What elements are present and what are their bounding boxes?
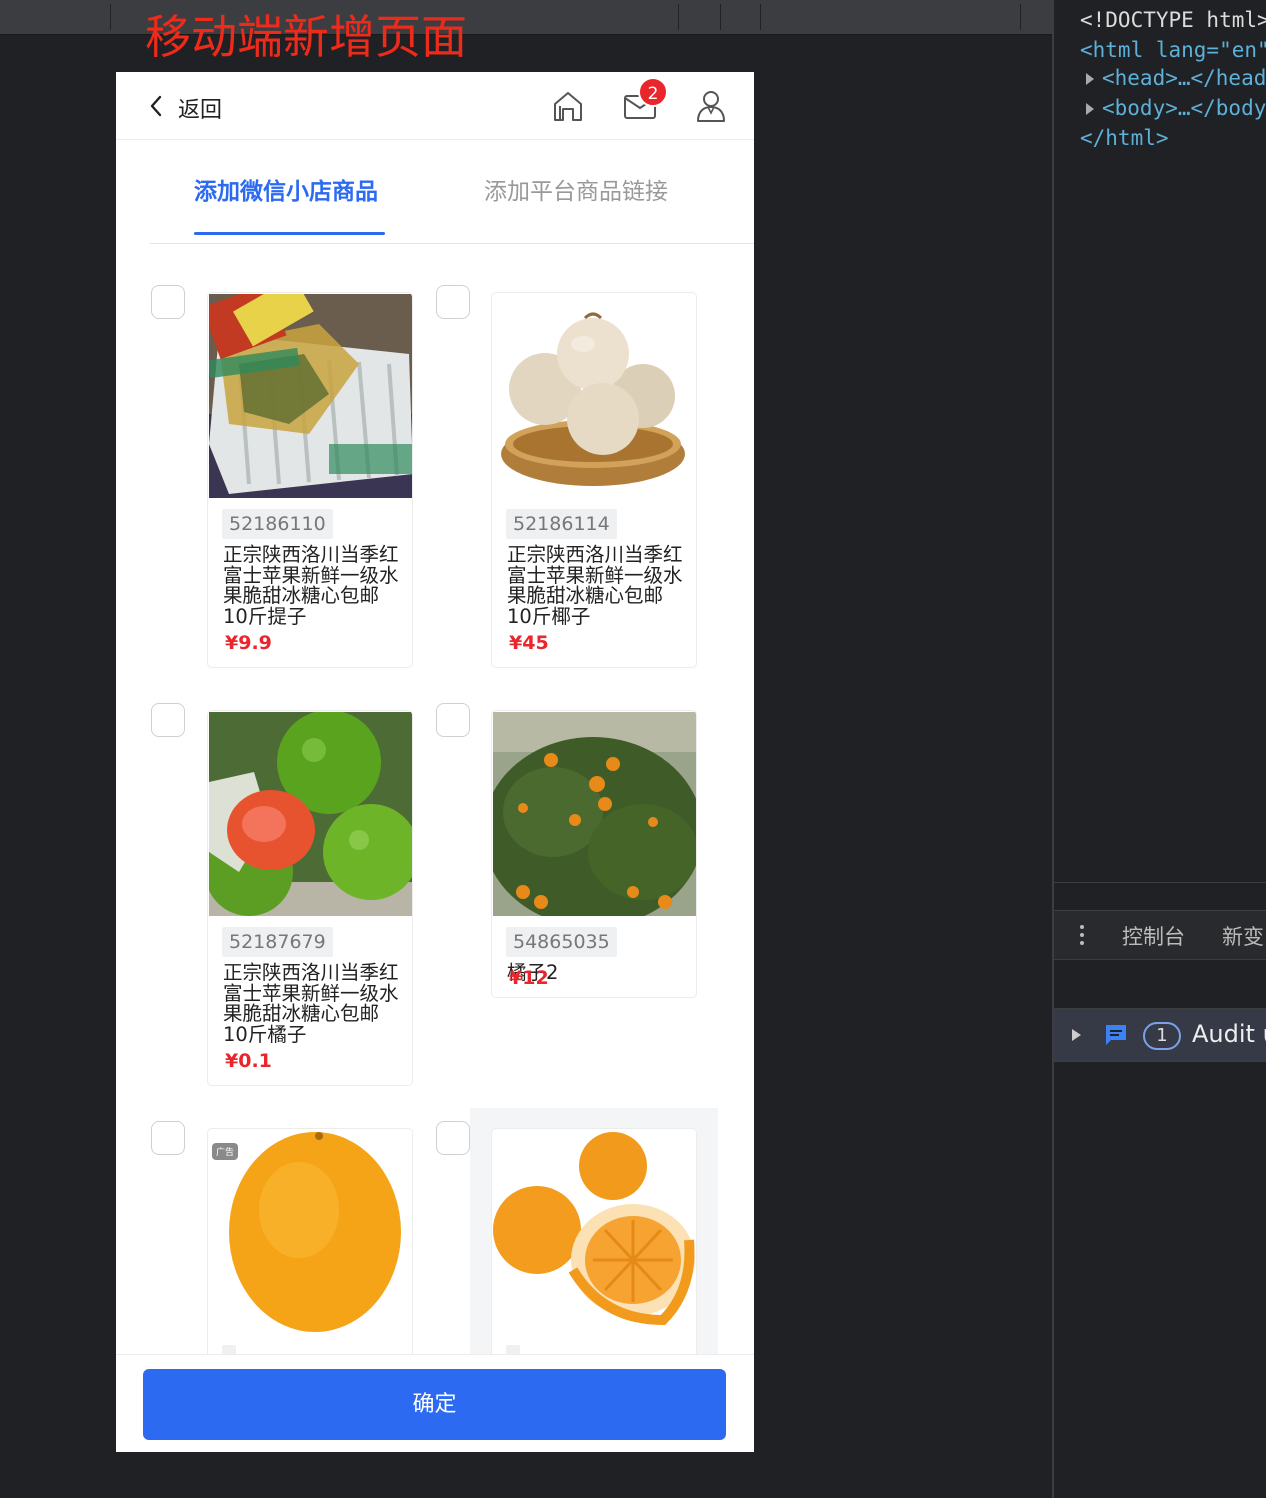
issue-row[interactable]: 1 Audit u: [1054, 1008, 1266, 1062]
tab-wechat-shop[interactable]: 添加微信小店商品: [194, 172, 378, 206]
annotation-title: 移动端新增页面: [145, 10, 467, 64]
strip-divider: [1020, 4, 1021, 30]
drawer-tab-bar: 控制台 新变: [1054, 910, 1266, 960]
product-checkbox[interactable]: [436, 703, 470, 737]
expand-caret-icon[interactable]: [1072, 1029, 1081, 1041]
orange-tree-photo: [493, 712, 696, 916]
dom-head-label: <head>…</head>: [1102, 66, 1266, 90]
back-button[interactable]: 返回: [148, 92, 222, 124]
mobile-page: 返回 2 添加微信小店商品 添加平台商品链接 52186110 正宗陕西洛川当季…: [116, 72, 754, 1452]
tab-console[interactable]: 控制台: [1122, 921, 1185, 951]
product-name: 正宗陕西洛川当季红富士苹果新鲜一级水果脆甜冰糖心包邮10斤橘子: [223, 961, 399, 1046]
product-checkbox[interactable]: [151, 285, 185, 319]
dom-body-label: <body>…</body>: [1102, 96, 1266, 120]
top-nav-bar: 返回 2: [116, 72, 754, 140]
more-options-icon[interactable]: [1080, 923, 1086, 947]
product-id: [506, 1345, 520, 1354]
message-count-badge: 2: [638, 77, 668, 107]
strip-divider: [720, 4, 721, 30]
product-grid: 52186110 正宗陕西洛川当季红富士苹果新鲜一级水果脆甜冰糖心包邮10斤提子…: [116, 244, 754, 1354]
confirm-button[interactable]: 确定: [143, 1369, 726, 1440]
message-icon: [1102, 1021, 1130, 1049]
footer-bar: 确定: [116, 1354, 754, 1452]
product-id: 54865035: [506, 927, 617, 957]
product-name: 正宗陕西洛川当季红富士苹果新鲜一级水果脆甜冰糖心包邮10斤椰子: [507, 543, 683, 628]
product-checkbox[interactable]: [151, 1121, 185, 1155]
tab-bar: 添加微信小店商品 添加平台商品链接: [150, 140, 754, 244]
dom-head-node[interactable]: <head>…</head>: [1086, 66, 1266, 90]
product-name: 正宗陕西洛川当季红富士苹果新鲜一级水果脆甜冰糖心包邮10斤提子: [223, 543, 399, 628]
product-price: ¥12: [509, 967, 549, 989]
strip-divider: [110, 4, 111, 30]
peeled-orange-photo: [493, 1130, 696, 1334]
back-label: 返回: [178, 98, 223, 123]
home-icon[interactable]: [550, 88, 586, 124]
dom-html-close[interactable]: </html>: [1080, 126, 1169, 150]
devtools-panel: <!DOCTYPE html> <html lang="en"> <head>……: [1052, 0, 1266, 1498]
devtools-split-divider[interactable]: [1054, 882, 1266, 883]
product-id: 52186110: [222, 509, 333, 539]
dom-body-node[interactable]: <body>…</body>: [1086, 96, 1266, 120]
product-card[interactable]: 52186110 正宗陕西洛川当季红富士苹果新鲜一级水果脆甜冰糖心包邮10斤提子…: [207, 292, 413, 668]
strip-divider: [678, 4, 679, 30]
product-price: ¥9.9: [225, 632, 272, 654]
tab-platform-link[interactable]: 添加平台商品链接: [484, 172, 668, 206]
product-card[interactable]: 54865035 橘子2 ¥12: [491, 710, 697, 998]
product-card[interactable]: [491, 1128, 697, 1354]
expand-triangle-icon[interactable]: [1086, 73, 1094, 85]
product-card[interactable]: 52186114 正宗陕西洛川当季红富士苹果新鲜一级水果脆甜冰糖心包邮10斤椰子…: [491, 292, 697, 668]
product-price: ¥0.1: [225, 1050, 272, 1072]
user-icon[interactable]: [693, 88, 729, 124]
dom-doctype[interactable]: <!DOCTYPE html>: [1080, 8, 1266, 32]
coconut-basket-photo: [493, 294, 696, 498]
product-card[interactable]: 广告: [207, 1128, 413, 1354]
tab-whats-new[interactable]: 新变: [1222, 921, 1264, 951]
ad-tag: 广告: [212, 1143, 239, 1160]
product-id: 52186114: [506, 509, 617, 539]
issue-count-badge: 1: [1143, 1022, 1181, 1050]
grape-crate-photo: [209, 294, 412, 498]
product-id: 52187679: [222, 927, 333, 957]
product-checkbox[interactable]: [151, 703, 185, 737]
expand-triangle-icon[interactable]: [1086, 103, 1094, 115]
active-tab-indicator: [194, 232, 385, 235]
chevron-left-icon: [148, 94, 164, 122]
product-checkbox[interactable]: [436, 285, 470, 319]
product-card[interactable]: 52187679 正宗陕西洛川当季红富士苹果新鲜一级水果脆甜冰糖心包邮10斤橘子…: [207, 710, 413, 1086]
issue-text: Audit u: [1192, 1020, 1266, 1048]
green-tangerine-photo: [209, 712, 412, 916]
product-checkbox[interactable]: [436, 1121, 470, 1155]
product-id: [222, 1345, 236, 1354]
dom-html-open[interactable]: <html lang="en">: [1080, 38, 1266, 62]
product-price: ¥45: [509, 632, 549, 654]
orange-photo: [209, 1130, 412, 1334]
strip-divider: [760, 4, 761, 30]
